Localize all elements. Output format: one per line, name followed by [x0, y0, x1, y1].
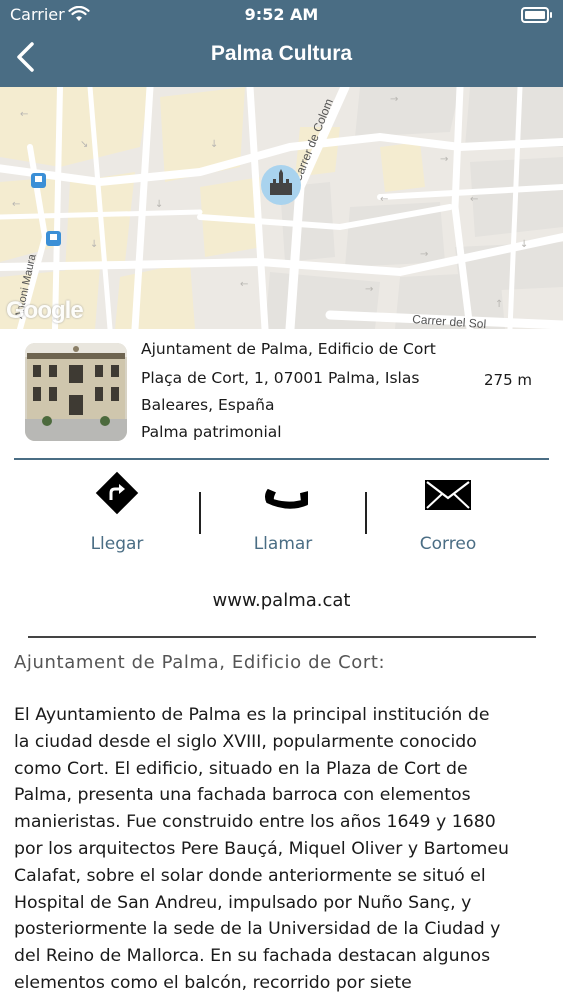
svg-text:→: →	[390, 94, 398, 105]
clock: 9:52 AM	[244, 5, 319, 24]
google-watermark: Google	[6, 297, 84, 324]
action-bar: Llegar Llamar Correo	[0, 462, 563, 562]
description-title: Ajuntament de Palma, Edificio de Cort:	[14, 652, 386, 673]
place-address-line1: Plaça de Cort, 1, 07001 Palma, Islas	[141, 369, 420, 387]
svg-text:↘: ↘	[80, 139, 88, 150]
page-title: Palma Cultura	[210, 42, 353, 65]
divider	[14, 458, 549, 460]
svg-text:↑: ↑	[495, 299, 503, 310]
email-label: Correo	[419, 534, 477, 554]
svg-text:←: ←	[470, 194, 478, 205]
description-body: El Ayuntamiento de Palma es la principal…	[14, 705, 509, 993]
svg-text:↓: ↓	[155, 199, 163, 210]
place-category: Palma patrimonial	[141, 423, 282, 441]
phone-icon	[264, 488, 308, 509]
place-name: Ajuntament de Palma, Edificio de Cort	[141, 340, 436, 358]
svg-text:↓: ↓	[210, 139, 218, 150]
directions-button[interactable]: Llegar	[47, 462, 187, 562]
call-label: Llamar	[253, 534, 313, 554]
svg-text:↓: ↓	[520, 239, 528, 250]
svg-text:←: ←	[12, 199, 20, 210]
svg-text:←: ←	[240, 279, 248, 290]
castle-marker-icon[interactable]	[261, 165, 301, 205]
distance-label: 275 m	[484, 371, 533, 389]
email-button[interactable]: Correo	[378, 462, 518, 562]
svg-text:→: →	[365, 284, 373, 295]
svg-text:↓: ↓	[90, 239, 98, 250]
svg-text:→: →	[420, 249, 428, 260]
battery-icon	[521, 7, 552, 23]
map-view[interactable]: ← ↘ ↓ → → ← ← ↓ → ↓ ↓ ← ← → ↑ Carrer de Colom Carr…	[0, 87, 563, 329]
place-address-line2: Baleares, España	[141, 396, 275, 414]
status-bar: Carrier 9:52 AM	[0, 0, 563, 28]
call-button[interactable]: Llamar	[213, 462, 353, 562]
separator	[199, 492, 201, 534]
navigation-bar: Palma Cultura	[0, 28, 563, 87]
website-link[interactable]: www.palma.cat	[0, 590, 563, 611]
envelope-icon	[425, 480, 471, 510]
svg-text:←: ←	[20, 109, 28, 120]
directions-label: Llegar	[90, 534, 144, 554]
svg-text:→: →	[440, 154, 448, 165]
separator	[365, 492, 367, 534]
place-info: Ajuntament de Palma, Edificio de Cort Pl…	[0, 329, 563, 459]
place-photo	[25, 343, 127, 441]
divider	[28, 636, 536, 638]
svg-text:←: ←	[380, 194, 388, 205]
top-bar: Carrier 9:52 AM Palma Cultura	[0, 0, 563, 87]
map-canvas[interactable]: ←↘ ↓ →→← ←↓→ ↓↓← ←→↑ Carrer de Colom Carr…	[0, 87, 563, 329]
directions-icon	[95, 471, 139, 515]
